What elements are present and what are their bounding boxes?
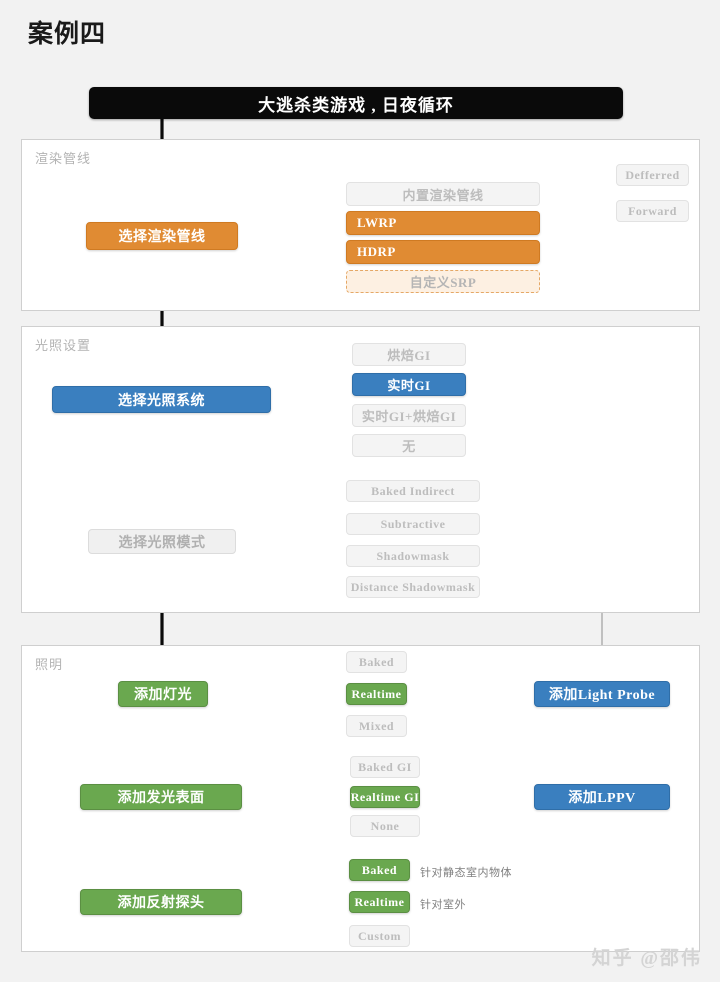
branch-light-realtime[interactable]: Realtime [346,683,407,705]
branch-defferred[interactable]: Defferred [616,164,689,186]
node-select-lighting-mode[interactable]: 选择光照模式 [88,529,236,554]
node-add-reflection-probe[interactable]: 添加反射探头 [80,889,242,915]
branch-baked-indirect[interactable]: Baked Indirect [346,480,480,502]
branch-lwrp[interactable]: LWRP [346,211,540,235]
branch-hdrp[interactable]: HDRP [346,240,540,264]
branch-emissive-baked-gi[interactable]: Baked GI [350,756,420,778]
branch-emissive-none[interactable]: None [350,815,420,837]
branch-distance-shadowmask[interactable]: Distance Shadowmask [346,576,480,598]
branch-forward[interactable]: Forward [616,200,689,222]
branch-subtractive[interactable]: Subtractive [346,513,480,535]
node-select-render-pipeline[interactable]: 选择渲染管线 [86,222,238,250]
branch-emissive-realtime-gi[interactable]: Realtime GI [350,786,420,808]
branch-builtin-pipeline[interactable]: 内置渲染管线 [346,182,540,206]
branch-realtime-plus-baked-gi[interactable]: 实时GI+烘焙GI [352,404,466,427]
branch-probe-custom[interactable]: Custom [349,925,410,947]
page-title: 案例四 [28,21,107,48]
node-add-emissive-surface[interactable]: 添加发光表面 [80,784,242,810]
branch-custom-srp[interactable]: 自定义SRP [346,270,540,293]
flowchart-canvas: 案例四 大逃杀类游戏 , 日夜循环 渲染管线 选择渲染管线 内置渲染管线 LWR… [0,0,720,982]
branch-probe-realtime[interactable]: Realtime [349,891,410,913]
branch-light-mixed[interactable]: Mixed [346,715,407,737]
watermark: 知乎 @邵伟 [591,948,702,969]
branch-realtime-gi[interactable]: 实时GI [352,373,466,396]
node-add-lppv[interactable]: 添加LPPV [534,784,670,810]
section-label-render-pipeline: 渲染管线 [35,151,92,166]
section-lighting-settings: 光照设置 [21,326,700,613]
annotation-probe-baked: 针对静态室内物体 [420,867,512,879]
annotation-probe-realtime: 针对室外 [420,899,466,911]
section-label-illumination: 照明 [35,657,64,672]
node-select-lighting-system[interactable]: 选择光照系统 [52,386,271,413]
branch-shadowmask[interactable]: Shadowmask [346,545,480,567]
flow-header-bar: 大逃杀类游戏 , 日夜循环 [89,87,623,119]
node-add-light[interactable]: 添加灯光 [118,681,208,707]
branch-none-gi[interactable]: 无 [352,434,466,457]
branch-baked-gi[interactable]: 烘焙GI [352,343,466,366]
branch-light-baked[interactable]: Baked [346,651,407,673]
section-label-lighting-settings: 光照设置 [35,338,92,353]
node-add-light-probe[interactable]: 添加Light Probe [534,681,670,707]
branch-probe-baked[interactable]: Baked [349,859,410,881]
